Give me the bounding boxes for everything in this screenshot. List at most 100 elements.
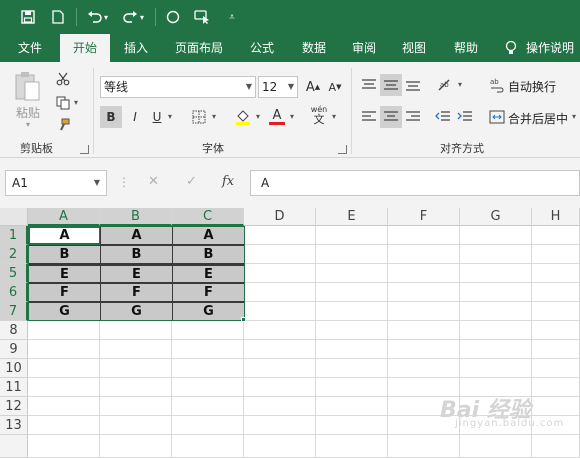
cell-c7[interactable]: G <box>172 302 245 321</box>
empty-cell[interactable] <box>532 359 580 378</box>
undo-dropdown-icon[interactable]: ▾ <box>101 7 111 27</box>
empty-cell[interactable] <box>316 245 388 264</box>
font-name-combo[interactable]: 等线 ▼ <box>100 76 256 98</box>
empty-cell[interactable] <box>172 416 244 435</box>
tab-insert[interactable]: 插入 <box>114 34 158 62</box>
empty-cell[interactable] <box>460 283 532 302</box>
align-top-icon[interactable] <box>358 74 380 96</box>
empty-cell[interactable] <box>244 302 316 321</box>
orientation-dropdown-icon[interactable]: ▾ <box>458 80 462 89</box>
empty-cell[interactable] <box>172 340 244 359</box>
empty-cell[interactable] <box>532 283 580 302</box>
empty-cell[interactable] <box>28 321 100 340</box>
touch-mode-icon[interactable] <box>192 7 212 27</box>
cell-a2[interactable]: B <box>28 245 101 264</box>
empty-cell[interactable] <box>28 416 100 435</box>
cell-c5[interactable]: E <box>172 264 245 283</box>
empty-cell[interactable] <box>100 321 172 340</box>
tab-help[interactable]: 帮助 <box>444 34 488 62</box>
empty-cell[interactable] <box>100 416 172 435</box>
column-header-f[interactable]: F <box>388 208 460 226</box>
row-header[interactable]: 2 <box>0 245 28 264</box>
align-right-icon[interactable] <box>402 106 424 128</box>
enter-icon[interactable]: ✓ <box>186 174 197 189</box>
align-bottom-icon[interactable] <box>402 74 424 96</box>
wrap-text-icon[interactable]: ab <box>486 74 508 96</box>
row-header[interactable]: 10 <box>0 359 28 378</box>
empty-cell[interactable] <box>244 378 316 397</box>
font-size-combo[interactable]: 12 ▼ <box>258 76 298 98</box>
grow-font-button[interactable]: A ▲ <box>302 76 324 98</box>
column-header-e[interactable]: E <box>316 208 388 226</box>
cell-b7[interactable]: G <box>100 302 173 321</box>
chevron-down-icon[interactable]: ▼ <box>288 77 294 97</box>
underline-button[interactable]: U <box>146 106 168 128</box>
row-header[interactable]: 11 <box>0 378 28 397</box>
empty-cell[interactable] <box>100 340 172 359</box>
empty-cell[interactable] <box>460 359 532 378</box>
empty-cell[interactable] <box>388 264 460 283</box>
empty-cell[interactable] <box>460 321 532 340</box>
empty-cell[interactable] <box>100 378 172 397</box>
tab-data[interactable]: 数据 <box>292 34 336 62</box>
save-icon[interactable] <box>18 7 38 27</box>
empty-cell[interactable] <box>316 397 388 416</box>
column-header-g[interactable]: G <box>460 208 532 226</box>
empty-cell[interactable] <box>316 264 388 283</box>
empty-cell[interactable] <box>28 397 100 416</box>
empty-cell[interactable] <box>100 397 172 416</box>
empty-cell[interactable] <box>316 359 388 378</box>
cell-a1[interactable]: A <box>28 226 101 245</box>
empty-cell[interactable] <box>388 245 460 264</box>
row-header[interactable]: 6 <box>0 283 28 302</box>
border-dropdown-icon[interactable]: ▾ <box>212 112 216 121</box>
copy-dropdown-icon[interactable]: ▾ <box>74 98 78 107</box>
new-file-icon[interactable] <box>48 7 68 27</box>
formula-input[interactable]: A <box>250 170 580 196</box>
name-box[interactable]: A1 ▼ <box>5 170 107 196</box>
row-header[interactable]: 13 <box>0 416 28 435</box>
cell-a7[interactable]: G <box>28 302 101 321</box>
cell-b1[interactable]: A <box>100 226 173 245</box>
clipboard-launcher-icon[interactable] <box>80 145 89 154</box>
empty-cell[interactable] <box>532 378 580 397</box>
redo-dropdown-icon[interactable]: ▾ <box>137 7 147 27</box>
empty-cell[interactable] <box>388 321 460 340</box>
empty-cell[interactable] <box>244 435 316 458</box>
column-header-c[interactable]: C <box>172 208 244 226</box>
chevron-down-icon[interactable]: ▼ <box>94 171 100 195</box>
empty-cell[interactable] <box>388 283 460 302</box>
empty-cell[interactable] <box>244 226 316 245</box>
empty-cell[interactable] <box>28 359 100 378</box>
merge-center-label[interactable]: 合并后居中 <box>508 110 568 127</box>
paste-label[interactable]: 粘贴 <box>16 104 40 121</box>
empty-cell[interactable] <box>460 226 532 245</box>
empty-cell[interactable] <box>388 435 460 458</box>
cell-c6[interactable]: F <box>172 283 245 302</box>
orientation-icon[interactable]: ab <box>434 74 456 96</box>
empty-cell[interactable] <box>460 264 532 283</box>
empty-cell[interactable] <box>388 226 460 245</box>
merge-dropdown-icon[interactable]: ▾ <box>572 112 576 121</box>
insert-function-button[interactable]: fx <box>222 174 234 189</box>
shrink-font-button[interactable]: A ▼ <box>324 76 346 98</box>
empty-cell[interactable] <box>244 397 316 416</box>
cell-a6[interactable]: F <box>28 283 101 302</box>
fill-color-icon[interactable] <box>232 106 254 128</box>
empty-cell[interactable] <box>244 321 316 340</box>
empty-cell[interactable] <box>172 321 244 340</box>
decrease-indent-icon[interactable] <box>432 106 454 128</box>
empty-cell[interactable] <box>388 359 460 378</box>
empty-cell[interactable] <box>532 321 580 340</box>
empty-cell[interactable] <box>172 397 244 416</box>
empty-cell[interactable] <box>172 378 244 397</box>
empty-cell[interactable] <box>532 340 580 359</box>
wrap-text-label[interactable]: 自动换行 <box>508 78 556 95</box>
empty-cell[interactable] <box>244 245 316 264</box>
empty-cell[interactable] <box>100 359 172 378</box>
row-header[interactable]: 7 <box>0 302 28 321</box>
underline-dropdown-icon[interactable]: ▾ <box>168 112 172 121</box>
cell-a5[interactable]: E <box>28 264 101 283</box>
empty-cell[interactable] <box>460 340 532 359</box>
empty-cell[interactable] <box>460 435 532 458</box>
